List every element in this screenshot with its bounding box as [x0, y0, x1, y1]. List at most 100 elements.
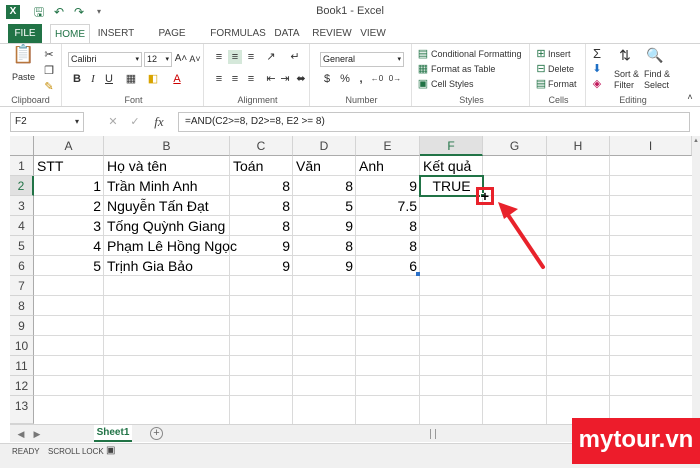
- fill-icon[interactable]: ⬇: [590, 62, 604, 76]
- borders-icon[interactable]: ▦: [124, 72, 138, 86]
- column-header-g[interactable]: G: [483, 136, 547, 156]
- row-header-6[interactable]: 6: [10, 256, 34, 276]
- cell-d6[interactable]: 9: [293, 256, 356, 276]
- cell-c1[interactable]: Toán: [230, 156, 293, 176]
- align-center-icon[interactable]: ≡: [228, 72, 242, 86]
- tab-insert[interactable]: INSERT: [96, 24, 136, 43]
- tab-data[interactable]: DATA: [272, 24, 302, 43]
- format-painter-icon[interactable]: ✎: [42, 80, 56, 94]
- cell-c4[interactable]: 8: [230, 216, 293, 236]
- cell-d4[interactable]: 9: [293, 216, 356, 236]
- font-size-select[interactable]: 12 ▾: [144, 52, 172, 67]
- select-all-corner[interactable]: [10, 136, 34, 156]
- cell-c2[interactable]: 8: [230, 176, 293, 196]
- conditional-formatting-button[interactable]: Conditional Formatting: [431, 49, 522, 59]
- grow-font-icon[interactable]: A˄: [174, 52, 188, 66]
- cell-d3[interactable]: 5: [293, 196, 356, 216]
- cell-e1[interactable]: Anh: [356, 156, 420, 176]
- insert-button[interactable]: Insert: [548, 49, 571, 59]
- copy-icon[interactable]: ❐: [42, 64, 56, 78]
- tab-file[interactable]: FILE: [8, 24, 42, 43]
- add-sheet-icon[interactable]: +: [150, 427, 163, 440]
- sheet-tab-sheet1[interactable]: Sheet1: [94, 425, 132, 442]
- vertical-scrollbar[interactable]: ▲: [692, 136, 700, 426]
- prev-sheet-icon[interactable]: ◀: [16, 428, 26, 440]
- cell-e6[interactable]: 6: [356, 256, 420, 276]
- row-header-3[interactable]: 3: [10, 196, 34, 216]
- percent-icon[interactable]: %: [338, 72, 352, 86]
- align-bottom-icon[interactable]: ≡: [244, 50, 258, 64]
- format-as-table-button[interactable]: Format as Table: [431, 64, 495, 74]
- cell-a3[interactable]: 2: [34, 196, 104, 216]
- sort-filter-button-line2[interactable]: Filter: [614, 80, 634, 90]
- row-header-11[interactable]: 11: [10, 356, 34, 376]
- column-header-a[interactable]: A: [34, 136, 104, 156]
- autosum-icon[interactable]: Σ: [590, 47, 604, 61]
- cell-d5[interactable]: 8: [293, 236, 356, 256]
- enter-icon[interactable]: ✓: [128, 115, 142, 129]
- tab-home[interactable]: HOME: [50, 24, 90, 43]
- next-sheet-icon[interactable]: ▶: [32, 428, 42, 440]
- align-right-icon[interactable]: ≡: [244, 72, 258, 86]
- decrease-indent-icon[interactable]: ⇤: [264, 72, 278, 86]
- number-format-select[interactable]: General ▾: [320, 52, 404, 67]
- align-left-icon[interactable]: ≡: [212, 72, 226, 86]
- row-header-12[interactable]: 12: [10, 376, 34, 396]
- row-header-2[interactable]: 2: [10, 176, 34, 196]
- cell-styles-button[interactable]: Cell Styles: [431, 79, 474, 89]
- column-header-f[interactable]: F: [420, 136, 483, 156]
- cell-c3[interactable]: 8: [230, 196, 293, 216]
- column-header-i[interactable]: I: [610, 136, 692, 156]
- column-header-d[interactable]: D: [293, 136, 356, 156]
- align-middle-icon[interactable]: ≡: [228, 50, 242, 64]
- wrap-text-icon[interactable]: ↵: [288, 50, 302, 64]
- increase-indent-icon[interactable]: ⇥: [278, 72, 292, 86]
- column-header-c[interactable]: C: [230, 136, 293, 156]
- cell-d2[interactable]: 8: [293, 176, 356, 196]
- insert-function-icon[interactable]: fx: [152, 115, 166, 129]
- cell-e3[interactable]: 7.5: [356, 196, 420, 216]
- tab-view[interactable]: VIEW: [358, 24, 388, 43]
- row-header-10[interactable]: 10: [10, 336, 34, 356]
- cell-e2[interactable]: 9: [356, 176, 420, 196]
- delete-button[interactable]: Delete: [548, 64, 574, 74]
- row-header-4[interactable]: 4: [10, 216, 34, 236]
- format-button[interactable]: Format: [548, 79, 577, 89]
- row-header-1[interactable]: 1: [10, 156, 34, 176]
- column-header-e[interactable]: E: [356, 136, 420, 156]
- paste-icon[interactable]: 📋: [12, 45, 34, 69]
- cell-b3[interactable]: Nguyễn Tấn Đạt: [104, 196, 230, 216]
- underline-icon[interactable]: U: [102, 72, 116, 86]
- cell-b2[interactable]: Trần Minh Anh: [104, 176, 230, 196]
- row-header-5[interactable]: 5: [10, 236, 34, 256]
- merge-center-icon[interactable]: ⬌: [294, 72, 308, 86]
- tab-formulas[interactable]: FORMULAS: [210, 24, 266, 43]
- cell-f1[interactable]: Kết quả: [420, 156, 483, 176]
- italic-icon[interactable]: I: [86, 72, 100, 86]
- cancel-icon[interactable]: ✕: [106, 115, 120, 129]
- split-handle-icon[interactable]: [430, 429, 436, 439]
- cell-b5[interactable]: Phạm Lê Hồng Ngọc: [104, 236, 237, 256]
- scroll-up-icon[interactable]: ▲: [693, 138, 699, 146]
- currency-icon[interactable]: $: [320, 72, 334, 86]
- cut-icon[interactable]: ✂: [42, 48, 56, 62]
- cell-b6[interactable]: Trịnh Gia Bảo: [104, 256, 230, 276]
- row-header-8[interactable]: 8: [10, 296, 34, 316]
- tab-page-layout[interactable]: PAGE LAYOUT: [140, 24, 204, 58]
- sort-filter-button[interactable]: Sort &: [614, 69, 639, 79]
- row-header-9[interactable]: 9: [10, 316, 34, 336]
- clear-icon[interactable]: ◈: [590, 77, 604, 91]
- font-family-select[interactable]: Calibri ▾: [68, 52, 142, 67]
- cell-e4[interactable]: 8: [356, 216, 420, 236]
- formula-input[interactable]: =AND(C2>=8, D2>=8, E2 >= 8): [178, 112, 690, 132]
- increase-decimal-icon[interactable]: ←0: [370, 72, 384, 86]
- column-header-b[interactable]: B: [104, 136, 230, 156]
- cell-a6[interactable]: 5: [34, 256, 104, 276]
- cell-a4[interactable]: 3: [34, 216, 104, 236]
- cell-b1[interactable]: Họ và tên: [104, 156, 230, 176]
- row-header-13[interactable]: 13: [10, 396, 34, 424]
- cell-d1[interactable]: Văn: [293, 156, 356, 176]
- font-color-icon[interactable]: A: [170, 72, 184, 86]
- comma-style-icon[interactable]: ,: [354, 72, 368, 86]
- find-select-button[interactable]: Find &: [644, 69, 670, 79]
